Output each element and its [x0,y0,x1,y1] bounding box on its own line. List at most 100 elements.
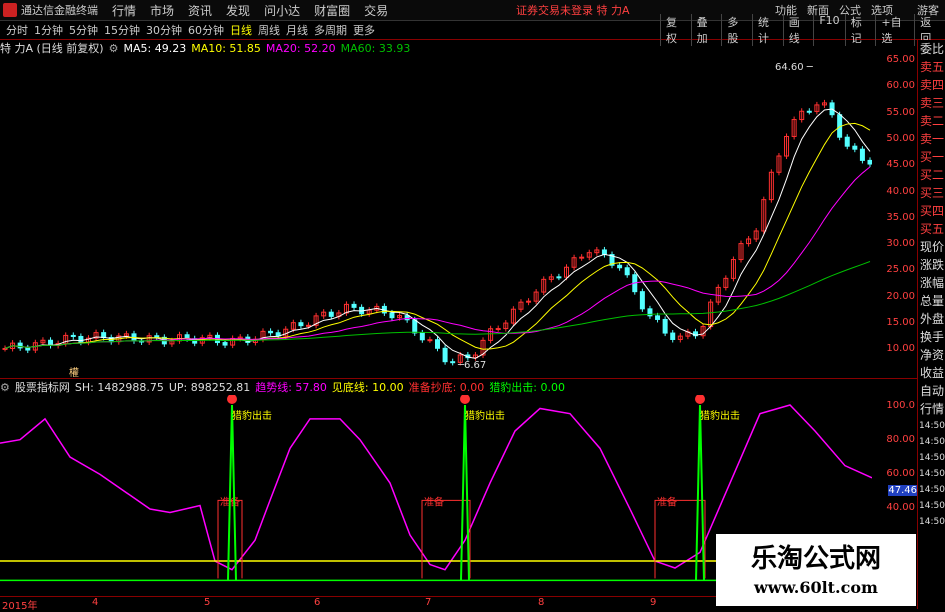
period-5min[interactable]: 5分钟 [69,22,98,38]
price-axis: 65.00 60.00 55.00 50.00 45.00 40.00 35.00 30.00… [872,40,917,378]
panel-item[interactable]: 涨跌 [918,256,945,274]
menu-trade[interactable]: 交易 [364,2,388,19]
menu-wealth[interactable]: 财富圈 [314,2,350,19]
panel-item[interactable]: 买四 [918,202,945,220]
candle-body [639,291,645,310]
panel-item[interactable]: 卖五 [918,58,945,76]
sniper-label: 猎豹出击 [465,409,505,422]
panel-item[interactable]: 外盘 [918,310,945,328]
panel-time: 14:50 [919,421,945,431]
menu-ask[interactable]: 问小达 [264,2,300,19]
candle-body [495,328,501,331]
panel-item[interactable]: 涨幅 [918,274,945,292]
panel-item[interactable]: 净资 [918,346,945,364]
login-notice: 证券交易未登录 特 力A [516,4,630,17]
period-60min[interactable]: 60分钟 [188,22,224,38]
panel-item[interactable]: 买三 [918,184,945,202]
prepare-label: 准备 [424,496,444,509]
panel-time: 14:50 [919,469,945,479]
period-1min[interactable]: 1分钟 [34,22,63,38]
candle-body [298,322,304,327]
ma20-value: MA20: 52.20 [265,41,336,55]
panel-item[interactable]: 收益 [918,364,945,382]
tool-draw[interactable]: 画线 [782,14,814,46]
menu-market[interactable]: 市场 [150,2,174,19]
tool-adjust[interactable]: 复权 [660,14,691,46]
menu-quotes[interactable]: 行情 [112,2,136,19]
panel-item[interactable]: 现价 [918,238,945,256]
watermark-url: www.60lt.com [754,578,878,597]
panel-item[interactable]: 买一 [918,148,945,166]
panel-time: 14:50 [919,437,945,447]
tool-stats[interactable]: 统计 [752,14,783,46]
period-15min[interactable]: 15分钟 [104,22,140,38]
panel-item[interactable]: 卖四 [918,76,945,94]
bottom-value: 见底线: 10.00 [331,381,404,394]
main-chart-header: 特 力A (日线 前复权) ⚙ MA5: 49.23 MA10: 51.85 M… [0,40,415,56]
period-30min[interactable]: 30分钟 [146,22,182,38]
sniper-value: 猎豹出击: 0.00 [489,381,566,394]
candle-body [25,347,31,351]
candle-body [2,347,8,350]
candle-body [852,145,858,150]
period-daily[interactable]: 日线 [230,22,252,38]
date-tick: 4 [92,597,99,608]
period-monthly[interactable]: 月线 [286,22,308,38]
candle-body [662,318,668,334]
gear-icon[interactable]: ⚙ [109,42,119,55]
candle-body [556,276,562,279]
indicator-gear-icon[interactable]: ⚙ [0,381,10,394]
right-panel: 委比 卖五 卖四 卖三 卖二 卖一 买一 买二 买三 买四 买五 现价 涨跌 涨幅 总量 外盘 换手 净资 收益 自动… [917,40,945,609]
date-tick: 6 [314,597,321,608]
candle-body [844,136,850,147]
candlestick-chart[interactable]: 64.60 ─ ─6.67 權 [0,56,872,378]
panel-item[interactable]: 自动 [918,382,945,400]
indicator-tick: 80.00 [886,434,915,445]
period-weekly[interactable]: 周线 [258,22,280,38]
period-more[interactable]: 更多 [353,22,375,38]
tool-f10[interactable]: F10 [813,14,844,46]
menu-news[interactable]: 资讯 [188,2,212,19]
indicator-name: 股票指标网 [14,381,70,394]
panel-item[interactable]: 总量 [918,292,945,310]
sniper-label: 猎豹出击 [700,409,740,422]
candle-body [624,267,630,276]
panel-item[interactable]: 买二 [918,166,945,184]
indicator-tick: 100.0 [886,400,915,411]
price-tick: 30.00 [886,238,915,250]
candle-body [617,264,623,269]
panel-item[interactable]: 卖一 [918,130,945,148]
weight-label: 權 [69,366,79,378]
menu-discover[interactable]: 发现 [226,2,250,19]
candle-body [442,347,448,363]
candle-body [601,249,607,256]
panel-item[interactable]: 换手 [918,328,945,346]
price-tick: 25.00 [886,264,915,276]
tool-overlay[interactable]: 叠加 [690,14,722,46]
sh-value: SH: 1482988.75 [74,380,164,394]
panel-item[interactable]: 卖二 [918,112,945,130]
tool-multistock[interactable]: 多股 [721,14,752,46]
panel-item[interactable]: 行情 [918,400,945,418]
candle-body [351,303,357,308]
period-timeshare[interactable]: 分时 [6,22,28,38]
date-tick: 5 [204,597,211,608]
watermark-logo: 乐淘公式网 www.60lt.com [716,534,916,606]
sniper-marker-icon [460,395,470,404]
prepare-label: 准备 [657,496,677,509]
price-tick: 15.00 [886,317,915,328]
panel-item[interactable]: 委比 [918,40,945,58]
tool-mark[interactable]: 标记 [844,14,876,46]
indicator-header: ⚙ 股票指标网 SH: 1482988.75 UP: 898252.81 趋势线… [0,379,570,395]
price-tick: 60.00 [886,80,915,92]
ma5-value: MA5: 49.23 [123,41,187,55]
candle-body [419,332,425,341]
panel-item[interactable]: 买五 [918,220,945,238]
ma10-line [4,122,871,350]
period-multi[interactable]: 多周期 [314,22,347,38]
panel-item[interactable]: 卖三 [918,94,945,112]
candle-body [404,315,410,321]
app-name: 通达信金融终端 [21,4,98,17]
indicator-tick: 40.00 [886,502,915,513]
panel-time: 14:50 [919,517,945,527]
